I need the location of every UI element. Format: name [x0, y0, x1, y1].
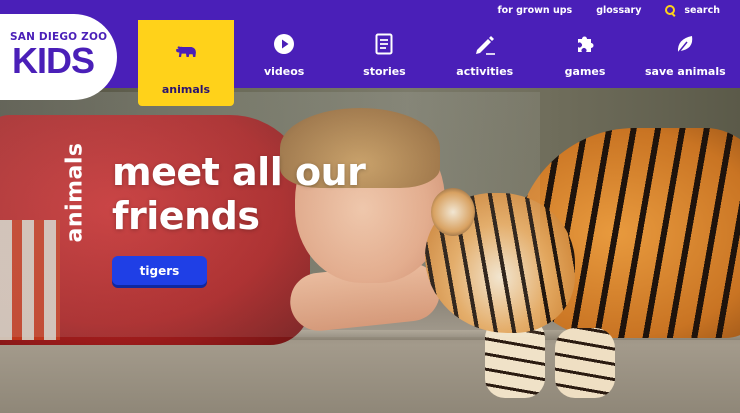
- nav-label-stories: stories: [363, 65, 406, 78]
- nav-item-games[interactable]: games: [535, 20, 635, 88]
- for-grown-ups-link[interactable]: for grown ups: [497, 5, 572, 16]
- nav-label-games: games: [564, 65, 606, 78]
- document-icon: [373, 33, 395, 55]
- section-label: animals: [50, 143, 90, 243]
- search-icon: [665, 4, 676, 16]
- nav-label-save-animals: save animals: [645, 65, 726, 78]
- section-label-text: animals: [62, 142, 88, 243]
- nav-item-videos[interactable]: videos: [234, 20, 334, 88]
- leaf-icon: [674, 33, 696, 55]
- nav-item-save-animals[interactable]: save animals: [635, 20, 735, 88]
- puzzle-icon: [574, 33, 596, 55]
- hero-headline: meet all our friends: [112, 150, 366, 238]
- site-logo[interactable]: SAN DIEGO ZOO KIDS: [0, 14, 117, 100]
- bear-icon: [175, 41, 197, 63]
- pencil-icon: [474, 33, 496, 55]
- glossary-link[interactable]: glossary: [596, 5, 641, 16]
- nav-item-stories[interactable]: stories: [334, 20, 434, 88]
- logo-main-text: KIDS: [12, 40, 95, 81]
- nav-item-animals[interactable]: animals: [138, 20, 234, 106]
- nav-label-activities: activities: [456, 65, 514, 78]
- nav-label-animals: animals: [161, 83, 211, 96]
- search-link[interactable]: search: [665, 4, 720, 16]
- play-icon: [273, 33, 295, 55]
- search-label: search: [684, 4, 720, 16]
- nav-item-activities[interactable]: activities: [435, 20, 535, 88]
- nav-label-videos: videos: [263, 65, 305, 78]
- utility-bar: for grown ups glossary search: [0, 0, 740, 20]
- tigers-button[interactable]: tigers: [112, 256, 207, 285]
